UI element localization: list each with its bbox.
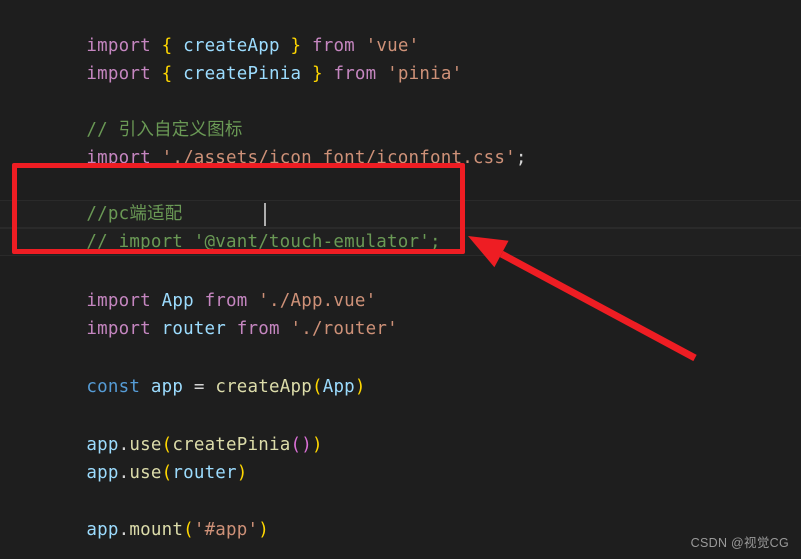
token-brace-close: } bbox=[311, 64, 323, 84]
code-line-2: import { createPinia } from 'pinia' bbox=[22, 32, 462, 84]
text-caret bbox=[264, 203, 266, 226]
token-identifier-createpinia: createPinia bbox=[183, 64, 302, 84]
token-operator-assign: = bbox=[193, 377, 205, 397]
token-brace-open: { bbox=[161, 64, 173, 84]
token-keyword-from: from bbox=[333, 64, 377, 84]
token-identifier-app: app bbox=[150, 377, 184, 397]
token-method-use: use bbox=[129, 463, 162, 483]
token-paren-close: ) bbox=[236, 463, 248, 483]
token-comment-touch-emulator-b: h-emulator'; bbox=[311, 232, 441, 252]
token-semicolon: ; bbox=[515, 148, 527, 168]
token-keyword-import: import bbox=[86, 64, 151, 84]
token-keyword-const: const bbox=[86, 377, 141, 397]
watermark-text: CSDN @视觉CG bbox=[690, 536, 789, 550]
code-line-16: app.use(router) bbox=[22, 431, 248, 483]
code-content[interactable]: import { createApp } from 'vue' import {… bbox=[0, 0, 801, 559]
token-keyword-import: import bbox=[86, 148, 151, 168]
token-object-app: app bbox=[86, 520, 119, 540]
token-dot: . bbox=[118, 520, 130, 540]
token-paren-close: ) bbox=[311, 435, 323, 455]
token-paren-open: ( bbox=[183, 520, 194, 540]
token-inner-paren-close: ) bbox=[301, 435, 312, 455]
token-identifier-router: router bbox=[161, 319, 227, 339]
code-line-4: // 引入自定义图标 bbox=[22, 88, 243, 140]
token-keyword-from: from bbox=[236, 319, 280, 339]
token-paren-open: ( bbox=[311, 377, 323, 397]
token-method-mount: mount bbox=[129, 520, 184, 540]
token-object-app: app bbox=[86, 463, 119, 483]
token-string-iconfont-css: './assets/icon_font/iconfont.css' bbox=[161, 148, 516, 168]
token-comment-touch-emulator-a: // import '@vant/touc bbox=[86, 232, 312, 252]
token-dot: . bbox=[118, 463, 130, 483]
code-editor[interactable]: import { createApp } from 'vue' import {… bbox=[0, 0, 801, 559]
code-line-11: import router from './router' bbox=[22, 287, 398, 339]
code-line-18: app.mount('#app') bbox=[22, 488, 269, 540]
code-line-1: import { createApp } from 'vue' bbox=[22, 4, 419, 56]
token-paren-open: ( bbox=[161, 463, 173, 483]
code-line-7: //pc端适配 bbox=[22, 172, 182, 224]
token-argument-router: router bbox=[172, 463, 237, 483]
token-inner-paren-open: ( bbox=[290, 435, 302, 455]
code-line-5: import './assets/icon_font/iconfont.css'… bbox=[22, 116, 527, 168]
code-line-8: // import '@vant/touch-emulator'; bbox=[22, 200, 441, 252]
token-paren-close: ) bbox=[258, 520, 269, 540]
token-paren-close: ) bbox=[354, 377, 366, 397]
token-string-router: './router' bbox=[290, 319, 398, 339]
code-line-15: app.use(createPinia()) bbox=[22, 403, 323, 455]
code-line-10: import App from './App.vue' bbox=[22, 259, 376, 311]
token-keyword-import: import bbox=[86, 319, 151, 339]
token-argument-app: App bbox=[322, 377, 355, 397]
token-string-pinia: 'pinia' bbox=[387, 64, 463, 84]
code-line-13: const app = createApp(App) bbox=[22, 345, 366, 397]
token-string-app-selector: '#app' bbox=[193, 520, 259, 540]
token-function-createapp: createApp bbox=[215, 377, 312, 397]
